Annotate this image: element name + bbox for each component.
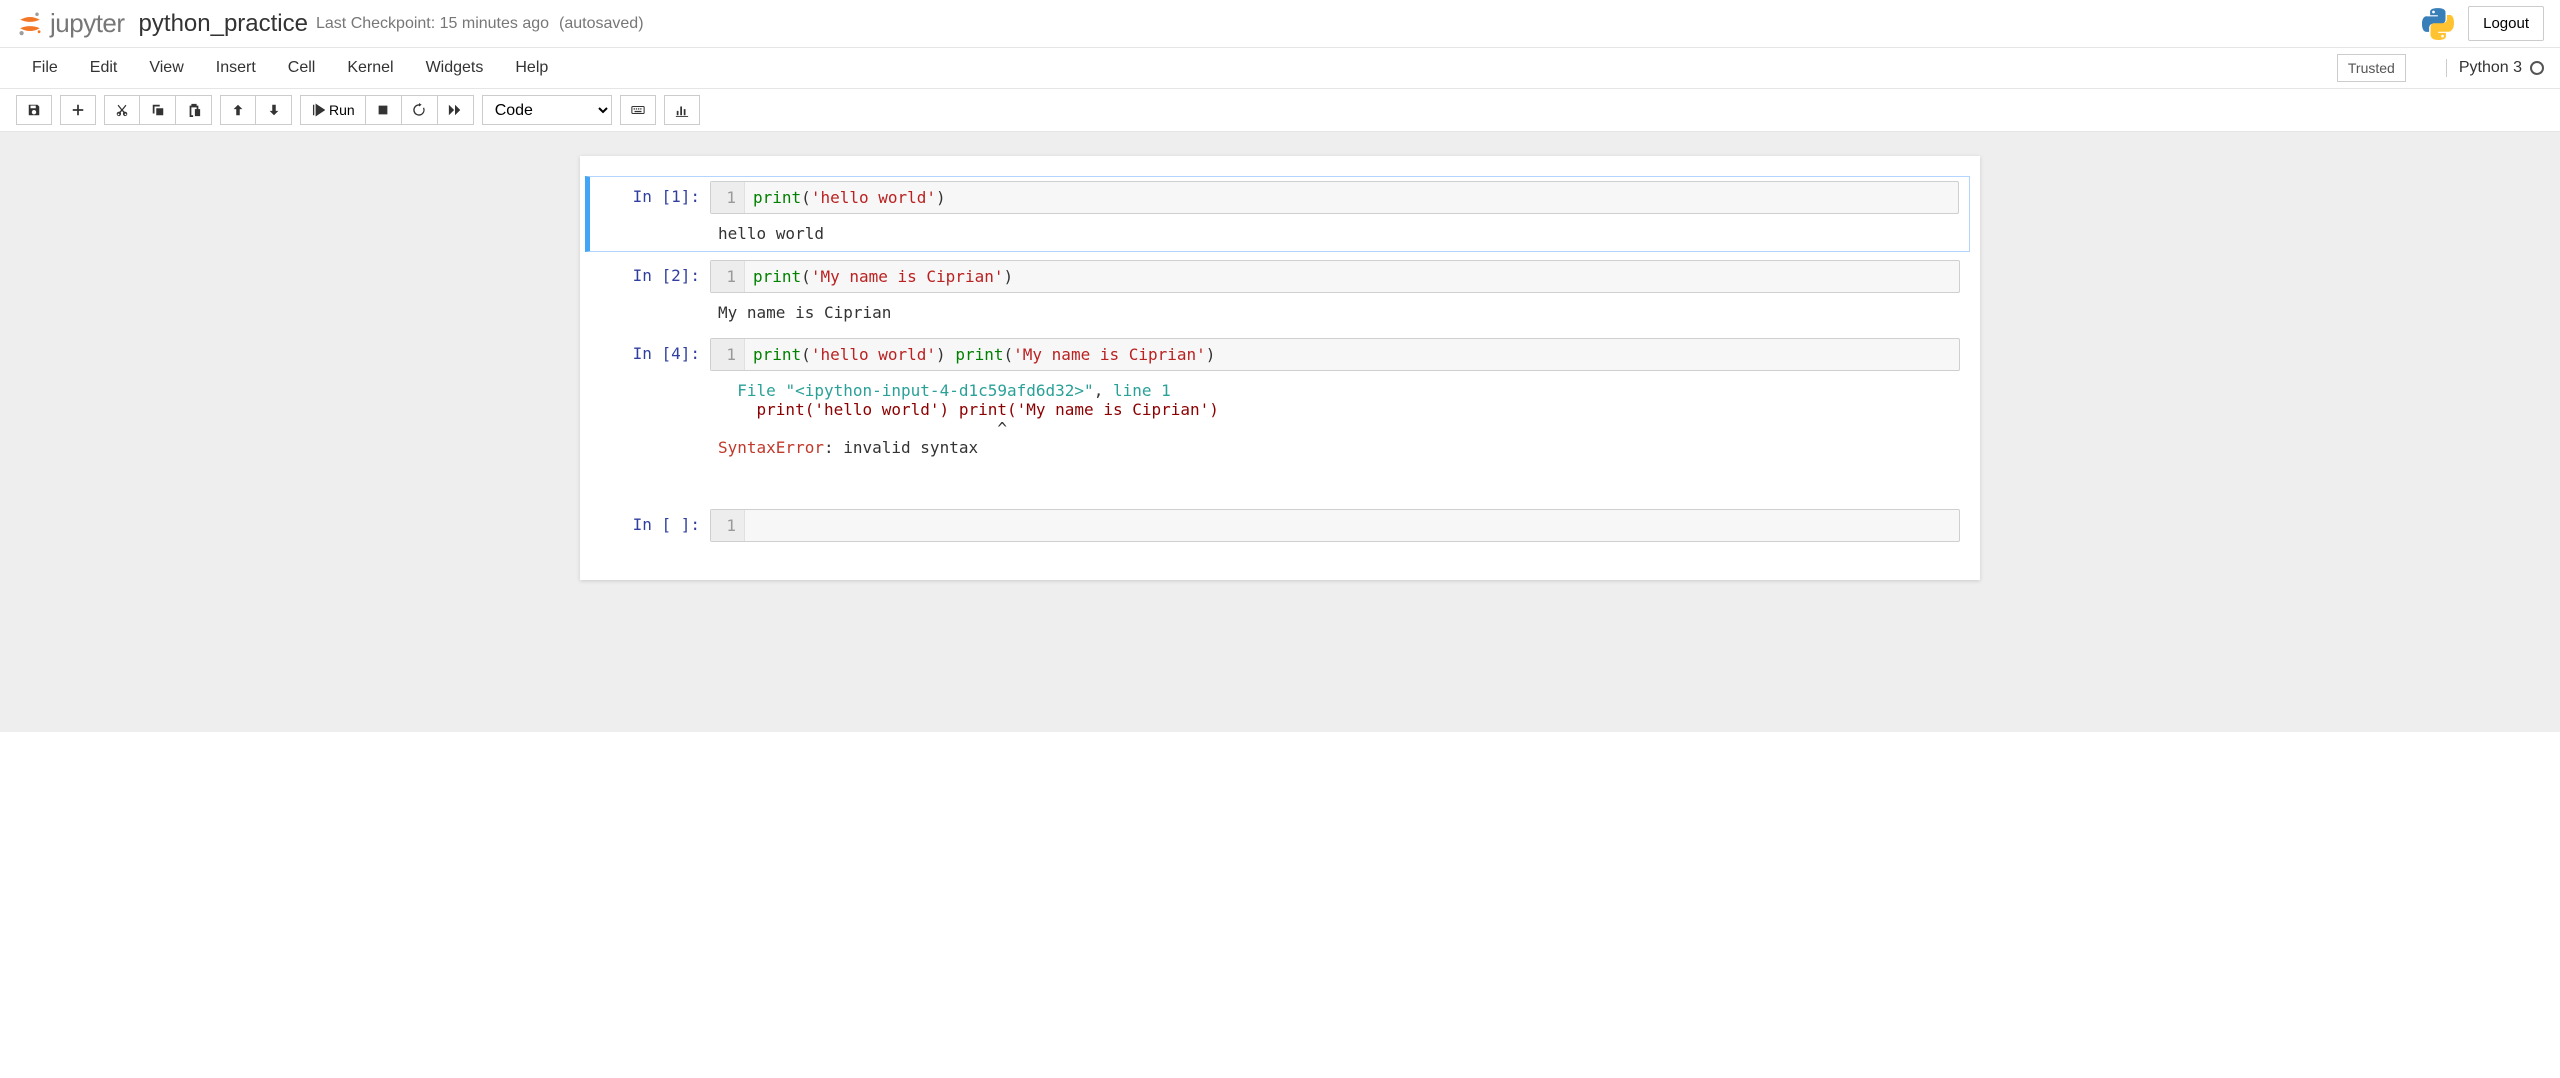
- kernel-idle-icon: [2530, 61, 2544, 75]
- run-button[interactable]: Run: [300, 95, 366, 125]
- code-cell[interactable]: In [4]: 1 print('hello world') print('My…: [590, 334, 1970, 465]
- paste-icon: [187, 103, 201, 117]
- logout-button[interactable]: Logout: [2468, 6, 2544, 41]
- jupyter-icon: [16, 10, 44, 38]
- code-cell[interactable]: In [ ]: 1: [590, 505, 1970, 546]
- menu-bar: File Edit View Insert Cell Kernel Widget…: [0, 48, 2560, 88]
- restart-button[interactable]: [402, 95, 438, 125]
- code-input-area[interactable]: 1 print('hello world'): [710, 181, 1959, 214]
- line-number: 1: [711, 182, 745, 213]
- code-content[interactable]: print('hello world') print('My name is C…: [745, 339, 1223, 370]
- move-down-button[interactable]: [256, 95, 292, 125]
- move-up-button[interactable]: [220, 95, 256, 125]
- bar-chart-icon: [675, 103, 689, 117]
- cut-button[interactable]: [104, 95, 140, 125]
- insert-cell-button[interactable]: [60, 95, 96, 125]
- notebook-scroll-area[interactable]: In [1]: 1 print('hello world') hello wor…: [0, 132, 2560, 732]
- menu-edit[interactable]: Edit: [74, 49, 134, 87]
- input-prompt: In [4]:: [590, 338, 710, 461]
- input-prompt: In [1]:: [590, 181, 710, 247]
- notebook-container: In [1]: 1 print('hello world') hello wor…: [580, 156, 1980, 580]
- paste-button[interactable]: [176, 95, 212, 125]
- menu-insert[interactable]: Insert: [200, 49, 272, 87]
- menu-kernel[interactable]: Kernel: [331, 49, 409, 87]
- code-content[interactable]: print('hello world'): [745, 182, 954, 213]
- run-icon: [311, 103, 325, 117]
- jupyter-logo-text: jupyter: [50, 8, 125, 39]
- stop-icon: [376, 103, 390, 117]
- input-prompt: In [ ]:: [590, 509, 710, 542]
- save-icon: [27, 103, 41, 117]
- code-content[interactable]: [745, 510, 771, 541]
- scissors-icon: [115, 103, 129, 117]
- keyboard-icon: [631, 103, 645, 117]
- kernel-name-label: Python 3: [2459, 59, 2522, 77]
- line-number: 1: [711, 510, 745, 541]
- arrow-down-icon: [267, 103, 281, 117]
- menu-widgets[interactable]: Widgets: [410, 49, 500, 87]
- restart-icon: [412, 103, 426, 117]
- toolbar: Run Code: [0, 89, 2560, 132]
- line-number: 1: [711, 261, 745, 292]
- code-input-area[interactable]: 1 print('My name is Ciprian'): [710, 260, 1960, 293]
- restart-run-all-button[interactable]: [438, 95, 474, 125]
- menu-view[interactable]: View: [133, 49, 199, 87]
- checkpoint-status: Last Checkpoint: 15 minutes ago: [316, 15, 549, 33]
- code-cell[interactable]: In [1]: 1 print('hello world') hello wor…: [585, 176, 1970, 252]
- cell-output: hello world: [710, 214, 1959, 247]
- interrupt-button[interactable]: [366, 95, 402, 125]
- notebook-name[interactable]: python_practice: [139, 10, 308, 38]
- python-logo-icon: [2422, 8, 2454, 40]
- trusted-indicator[interactable]: Trusted: [2337, 54, 2406, 82]
- fast-forward-icon: [448, 103, 462, 117]
- copy-icon: [151, 103, 165, 117]
- plus-icon: [71, 103, 85, 117]
- code-content[interactable]: print('My name is Ciprian'): [745, 261, 1021, 292]
- cell-type-select[interactable]: Code: [482, 95, 612, 125]
- menu-help[interactable]: Help: [499, 49, 564, 87]
- menu-cell[interactable]: Cell: [272, 49, 332, 87]
- code-input-area[interactable]: 1: [710, 509, 1960, 542]
- command-palette-button[interactable]: [620, 95, 656, 125]
- cell-output: My name is Ciprian: [710, 293, 1960, 326]
- run-label: Run: [329, 102, 355, 118]
- autosave-status: (autosaved): [559, 15, 644, 33]
- code-cell[interactable]: In [2]: 1 print('My name is Ciprian') My…: [590, 256, 1970, 330]
- header-bar: jupyter python_practice Last Checkpoint:…: [0, 0, 2560, 48]
- chart-button[interactable]: [664, 95, 700, 125]
- cell-error-output: File "<ipython-input-4-d1c59afd6d32>", l…: [710, 371, 1960, 461]
- arrow-up-icon: [231, 103, 245, 117]
- code-input-area[interactable]: 1 print('hello world') print('My name is…: [710, 338, 1960, 371]
- save-button[interactable]: [16, 95, 52, 125]
- line-number: 1: [711, 339, 745, 370]
- input-prompt: In [2]:: [590, 260, 710, 326]
- copy-button[interactable]: [140, 95, 176, 125]
- kernel-name[interactable]: Python 3: [2446, 59, 2544, 77]
- menu-file[interactable]: File: [16, 49, 74, 87]
- jupyter-logo[interactable]: jupyter: [16, 8, 125, 39]
